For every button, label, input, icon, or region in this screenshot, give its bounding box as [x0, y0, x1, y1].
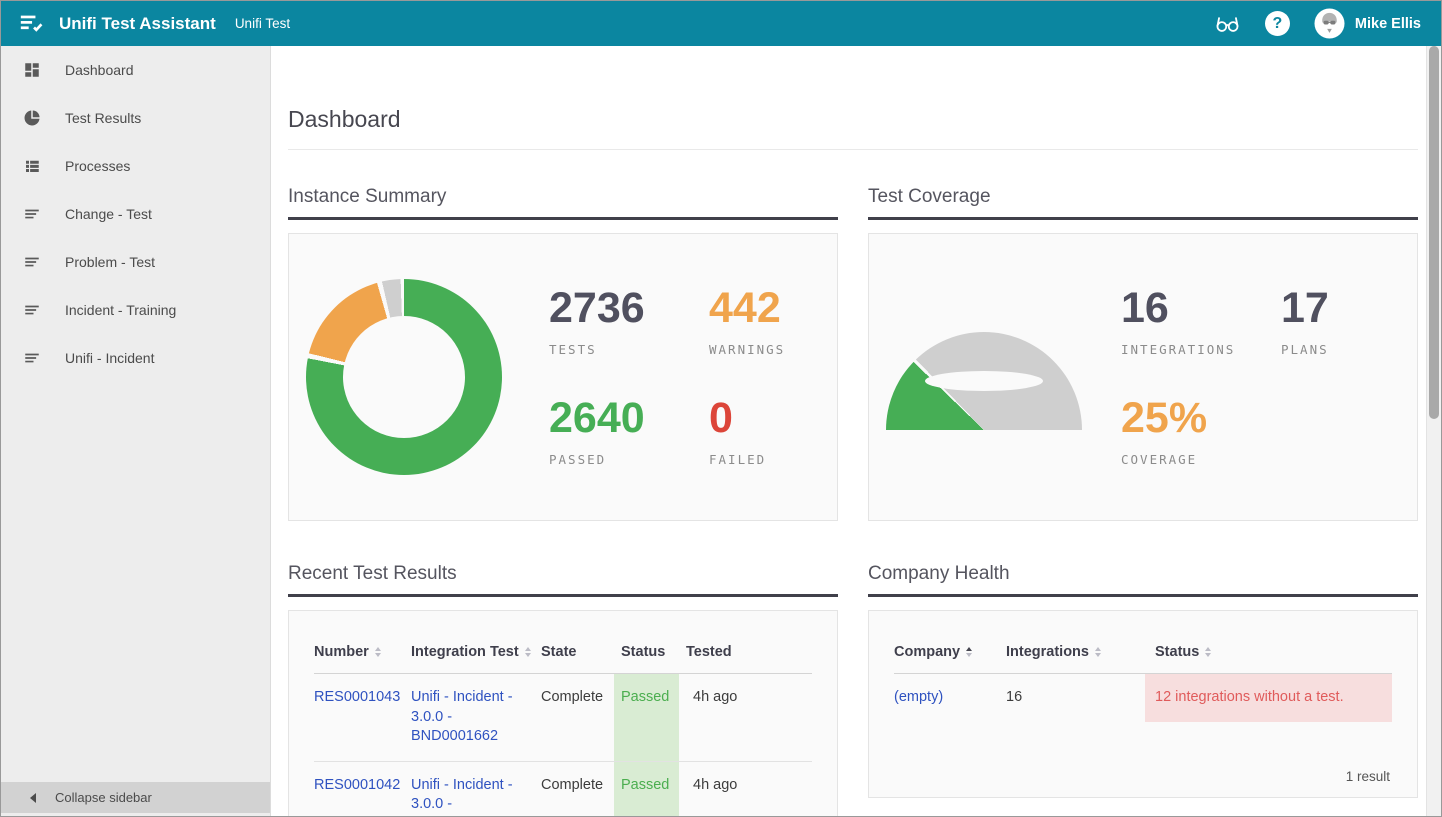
company-health-heading: Company Health: [868, 563, 1418, 597]
recent-test-results-heading: Recent Test Results: [288, 563, 838, 597]
title-divider: [288, 149, 1418, 150]
tested-value: 4h ago: [679, 674, 812, 761]
avatar: [1314, 8, 1345, 39]
sidebar-item-processes[interactable]: Processes: [1, 142, 270, 190]
glasses-icon[interactable]: [1214, 10, 1241, 37]
instance-summary-heading: Instance Summary: [288, 186, 838, 220]
text-lines-icon: [23, 253, 41, 271]
test-coverage-heading: Test Coverage: [868, 186, 1418, 220]
tested-value: 4h ago: [679, 762, 812, 816]
environment-label: Unifi Test: [235, 16, 290, 31]
recent-test-results-panel: Number Integration Test State Status: [288, 610, 838, 816]
result-number-link[interactable]: RES0001043: [314, 689, 400, 705]
app-title: Unifi Test Assistant: [59, 14, 216, 34]
test-coverage-panel: 16 INTEGRATIONS 17 PLANS 25% COVERAGE: [868, 233, 1418, 521]
table-row: RES0001043 Unifi - Incident - 3.0.0 - BN…: [314, 674, 812, 762]
app-window: Unifi Test Assistant Unifi Test ?: [0, 0, 1442, 817]
instance-summary-panel: 2736 TESTS 442 WARNINGS 2640 PASSED 0: [288, 233, 838, 521]
tests-donut-chart: [306, 279, 502, 475]
sort-icon: [525, 647, 531, 657]
dashboard-grid-icon: [23, 61, 41, 79]
column-header-number[interactable]: Number: [314, 644, 411, 660]
table-row: RES0001042 Unifi - Incident - 3.0.0 - Co…: [314, 762, 812, 816]
integrations-count: 16: [1006, 674, 1145, 722]
sidebar-item-label: Test Results: [65, 110, 141, 126]
sort-icon: [375, 647, 381, 657]
column-header-tested: Tested: [679, 644, 812, 660]
page-title: Dashboard: [288, 106, 1418, 133]
sidebar-item-label: Processes: [65, 158, 130, 174]
stat-passed: 2640 PASSED: [549, 397, 709, 467]
help-icon[interactable]: ?: [1265, 11, 1290, 36]
status-badge: Passed: [614, 674, 679, 761]
status-badge: Passed: [614, 762, 679, 816]
sidebar-item-incident-training[interactable]: Incident - Training: [1, 286, 270, 334]
vertical-scrollbar-thumb[interactable]: [1429, 46, 1439, 419]
main-content: Dashboard Instance Summary 2736 TESTS 44…: [271, 46, 1426, 816]
playlist-check-menu-icon: [18, 10, 45, 37]
column-header-state: State: [541, 644, 614, 660]
sidebar-item-unifi-incident[interactable]: Unifi - Incident: [1, 334, 270, 382]
help-glyph: ?: [1273, 15, 1283, 33]
sort-ascending-icon: [966, 647, 972, 657]
text-lines-icon: [23, 349, 41, 367]
sidebar-item-label: Change - Test: [65, 206, 152, 222]
health-status-badge: 12 integrations without a test.: [1145, 674, 1392, 722]
sidebar-item-dashboard[interactable]: Dashboard: [1, 46, 270, 94]
left-column: Instance Summary 2736 TESTS 442 WARNINGS: [288, 186, 838, 816]
sidebar: Dashboard Test Results Processes Change …: [1, 46, 271, 816]
column-header-status: Status: [614, 644, 679, 660]
stat-warnings: 442 WARNINGS: [709, 287, 837, 357]
column-header-status[interactable]: Status: [1145, 644, 1392, 660]
collapse-left-arrow-icon: [30, 793, 36, 803]
sidebar-item-label: Problem - Test: [65, 254, 155, 270]
state-value: Complete: [541, 762, 614, 816]
sidebar-item-test-results[interactable]: Test Results: [1, 94, 270, 142]
sidebar-item-change-test[interactable]: Change - Test: [1, 190, 270, 238]
integration-test-link[interactable]: Unifi - Incident - 3.0.0 -: [411, 777, 513, 813]
pie-chart-icon: [23, 109, 41, 127]
company-health-panel: Company Integrations Status: [868, 610, 1418, 798]
company-health-header-row: Company Integrations Status: [894, 644, 1392, 674]
text-lines-icon: [23, 301, 41, 319]
user-name: Mike Ellis: [1355, 16, 1421, 32]
integration-test-link[interactable]: Unifi - Incident - 3.0.0 - BND0001662: [411, 689, 513, 744]
table-row: (empty) 16 12 integrations without a tes…: [894, 674, 1392, 722]
state-value: Complete: [541, 674, 614, 761]
recent-results-header-row: Number Integration Test State Status: [314, 644, 812, 674]
collapse-sidebar-label: Collapse sidebar: [55, 790, 152, 805]
right-column: Test Coverage 16 INTEGRATIONS 17 PLANS: [868, 186, 1418, 816]
text-lines-icon: [23, 205, 41, 223]
column-header-integration-test[interactable]: Integration Test: [411, 644, 541, 660]
sidebar-item-label: Unifi - Incident: [65, 350, 154, 366]
sort-icon: [1205, 647, 1211, 657]
vertical-scrollbar-track[interactable]: [1426, 46, 1441, 816]
stat-integrations: 16 INTEGRATIONS: [1121, 287, 1281, 357]
stat-failed: 0 FAILED: [709, 397, 837, 467]
sidebar-item-problem-test[interactable]: Problem - Test: [1, 238, 270, 286]
sort-icon: [1095, 647, 1101, 657]
result-count: 1 result: [894, 769, 1392, 797]
sidebar-item-label: Dashboard: [65, 62, 134, 78]
stat-tests: 2736 TESTS: [549, 287, 709, 357]
coverage-gauge-chart: [886, 332, 1082, 430]
list-icon: [23, 157, 41, 175]
collapse-sidebar-button[interactable]: Collapse sidebar: [1, 782, 270, 813]
column-header-integrations[interactable]: Integrations: [1006, 644, 1145, 660]
company-link[interactable]: (empty): [894, 689, 943, 705]
result-number-link[interactable]: RES0001042: [314, 777, 400, 793]
user-menu[interactable]: Mike Ellis: [1314, 8, 1421, 39]
stat-coverage: 25% COVERAGE: [1121, 397, 1281, 467]
menu-button[interactable]: [15, 8, 47, 40]
topbar: Unifi Test Assistant Unifi Test ?: [1, 1, 1441, 46]
stat-plans: 17 PLANS: [1281, 287, 1417, 357]
sidebar-item-label: Incident - Training: [65, 302, 176, 318]
column-header-company[interactable]: Company: [894, 644, 1006, 660]
